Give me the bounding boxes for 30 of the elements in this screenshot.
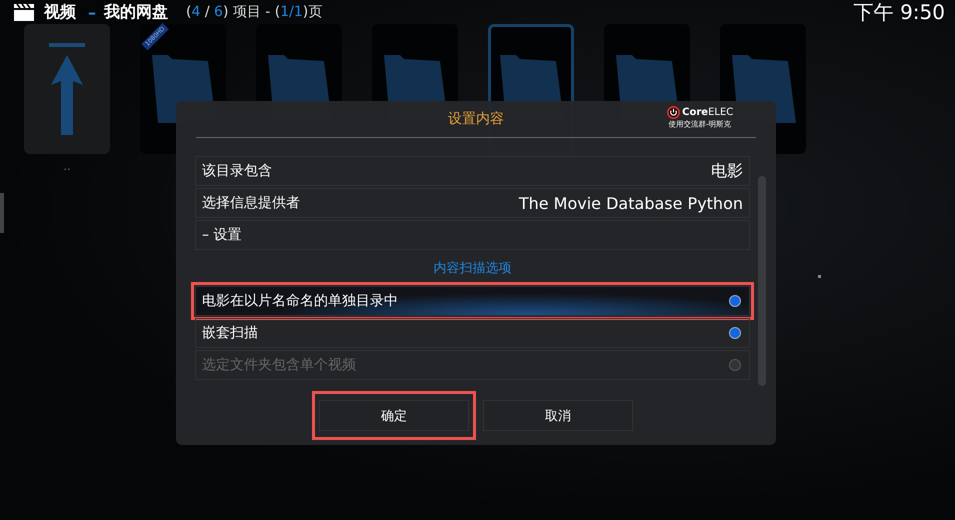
row-label: – 设置	[202, 226, 242, 244]
row-label: 选定文件夹包含单个视频	[202, 356, 356, 374]
row-value: The Movie Database Python	[518, 194, 743, 212]
row-label: 嵌套扫描	[202, 324, 258, 342]
row-label: 选择信息提供者	[202, 194, 300, 212]
cursor-mark	[818, 275, 821, 278]
side-tab[interactable]	[0, 193, 4, 233]
settings-row[interactable]: 嵌套扫描	[195, 318, 750, 348]
tile-label: ..	[64, 160, 70, 173]
section-title: 视频	[44, 2, 76, 22]
section-heading: 内容扫描选项	[434, 260, 512, 277]
logo-text: CoreELEC	[682, 107, 734, 118]
location-title: 我的网盘	[104, 2, 168, 22]
settings-row[interactable]: 选择信息提供者 The Movie Database Python	[195, 188, 750, 218]
toggle-dot[interactable]	[729, 327, 741, 339]
clock: 下午 9:50	[854, 0, 945, 26]
dialog-button[interactable]: 确定	[319, 400, 469, 431]
row-value: 电影	[711, 160, 743, 182]
folder-tile[interactable]	[24, 24, 110, 154]
row-label: 该目录包含	[202, 162, 272, 180]
item-count: (4 / 6) 项目 - (1/1)页	[186, 3, 322, 21]
clapperboard-icon	[12, 2, 36, 22]
settings-row[interactable]: 该目录包含 电影	[195, 156, 750, 186]
dialog-title: 设置内容	[448, 110, 504, 128]
dialog-button[interactable]: 取消	[483, 400, 633, 431]
row-label: 电影在以片名命名的单独目录中	[202, 292, 398, 310]
toggle-dot[interactable]	[729, 295, 741, 307]
settings-row[interactable]: – 设置	[195, 220, 750, 250]
power-icon	[667, 106, 680, 119]
separator-text: –	[88, 2, 96, 22]
